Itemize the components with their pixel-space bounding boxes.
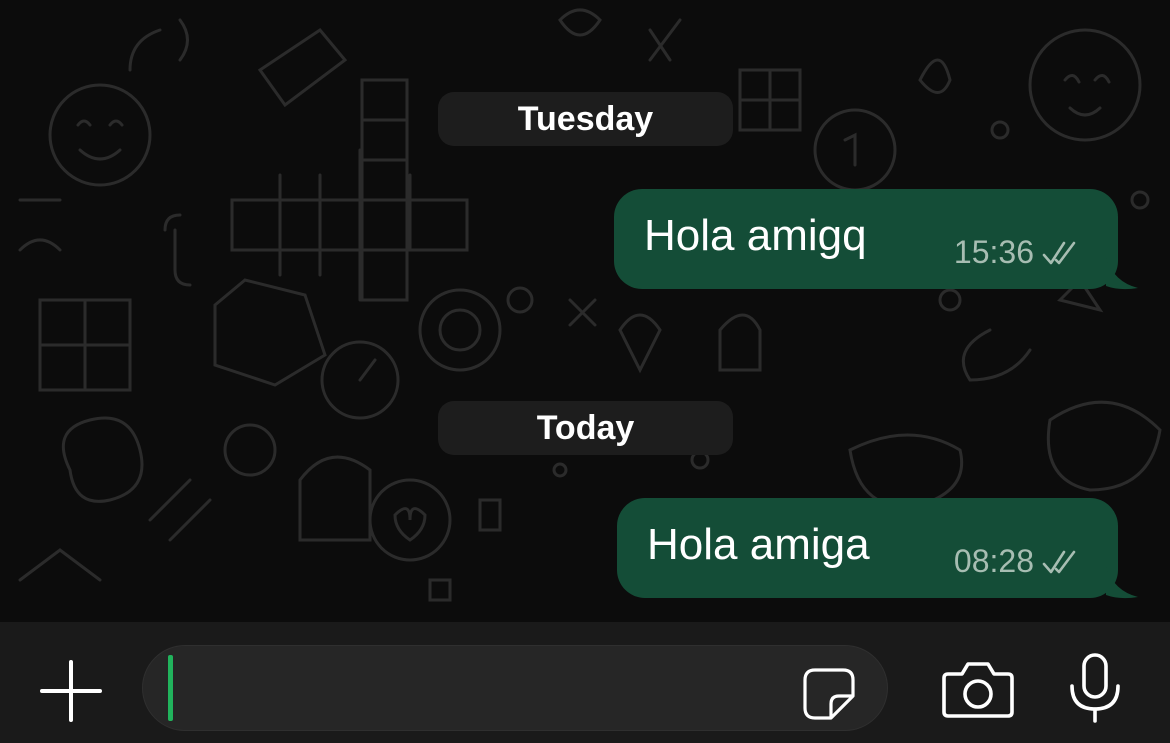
- message-text: Hola amiga: [647, 520, 870, 569]
- message-time: 08:28: [953, 543, 1034, 579]
- date-separator-today: Today: [438, 401, 733, 455]
- message-input[interactable]: [142, 645, 888, 731]
- message-meta: 15:36: [954, 234, 1088, 271]
- date-separator-tuesday: Tuesday: [438, 92, 733, 146]
- message-time: 15:36: [953, 234, 1034, 270]
- microphone-icon[interactable]: [1066, 652, 1124, 724]
- bubble-tail: [1106, 258, 1138, 290]
- message-meta: 08:28: [954, 543, 1088, 580]
- bubble-tail: [1106, 567, 1138, 599]
- message-text: Hola amigq: [644, 211, 867, 260]
- date-label: Tuesday: [517, 99, 654, 138]
- camera-icon[interactable]: [940, 660, 1016, 720]
- double-check-icon: [1042, 241, 1076, 264]
- plus-icon[interactable]: [38, 658, 104, 724]
- double-check-icon: [1042, 550, 1076, 573]
- chat-area[interactable]: Tuesday Hola amigq 15:36 Today Hola amig…: [0, 0, 1170, 622]
- outgoing-message-bubble[interactable]: Hola amigq 15:36: [614, 189, 1118, 289]
- outgoing-message-bubble[interactable]: Hola amiga 08:28: [617, 498, 1118, 598]
- text-cursor: [168, 655, 173, 721]
- sticker-icon[interactable]: [801, 666, 857, 722]
- date-label: Today: [536, 408, 635, 447]
